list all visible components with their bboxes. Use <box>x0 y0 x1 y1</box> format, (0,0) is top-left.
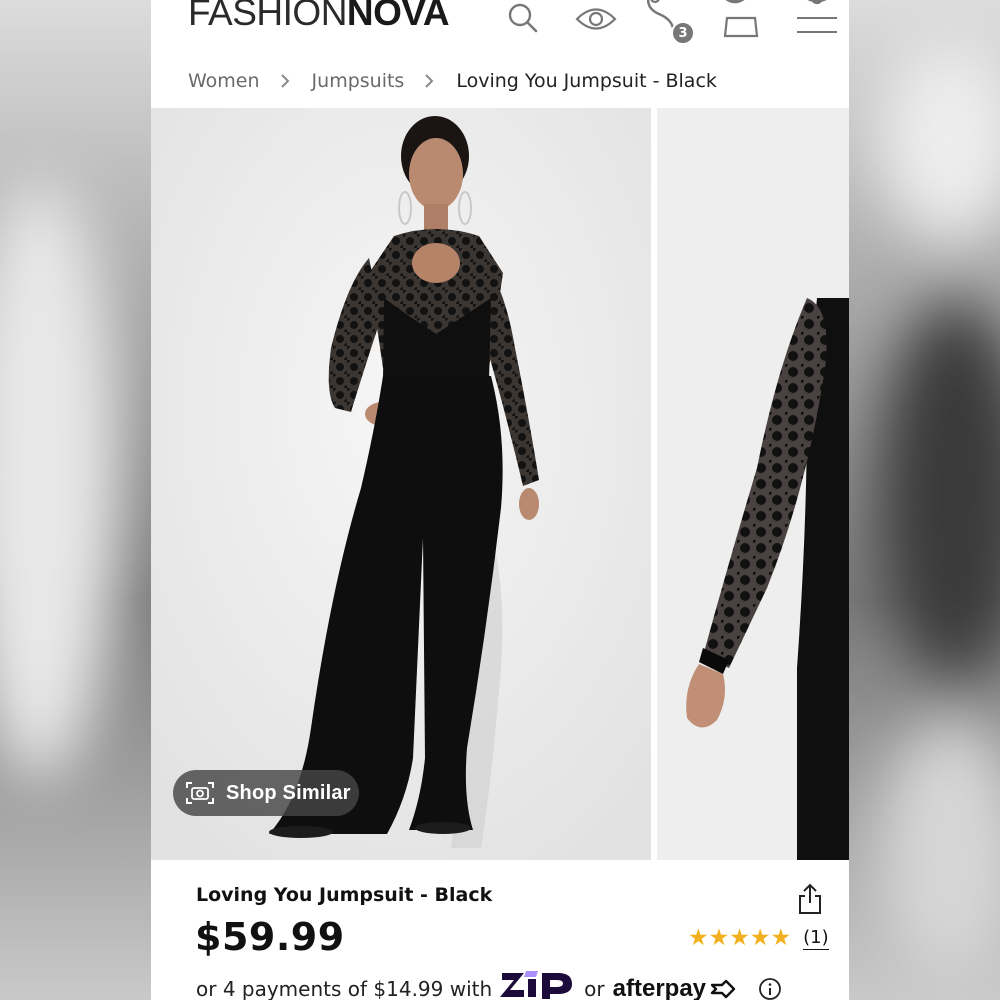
zip-logo[interactable] <box>500 970 576 1000</box>
brand-logo[interactable]: FASHIONNOVA <box>188 0 450 34</box>
chevron-right-icon <box>280 74 290 88</box>
product-title: Loving You Jumpsuit - Black <box>196 884 493 906</box>
menu-icon[interactable] <box>795 0 839 36</box>
payments-text: or 4 payments of $14.99 with <box>196 976 493 1000</box>
site-header: FASHIONNOVA 3 <box>151 0 849 45</box>
product-image-main[interactable]: Shop Similar <box>151 108 651 860</box>
breadcrumb: Women Jumpsuits Loving You Jumpsuit - Bl… <box>188 66 717 96</box>
installment-payments: or 4 payments of $14.99 with or afterpay <box>196 970 782 1000</box>
product-price: $59.99 <box>195 915 345 959</box>
afterpay-logo[interactable]: afterpay <box>613 975 706 1000</box>
product-rating[interactable]: ★★★★★ (1) <box>688 925 829 951</box>
payments-or: or <box>584 976 605 1000</box>
product-page: FASHIONNOVA 3 Women Jumpsuits Loving You… <box>151 0 849 1000</box>
camera-icon <box>185 780 215 806</box>
model-sleeve-photo <box>657 108 849 860</box>
breadcrumb-women[interactable]: Women <box>188 70 260 92</box>
product-image-gallery[interactable]: Shop Similar <box>151 108 849 860</box>
eye-icon[interactable] <box>575 4 617 34</box>
bag-icon[interactable] <box>723 10 759 38</box>
breadcrumb-jumpsuits[interactable]: Jumpsuits <box>312 70 405 92</box>
shop-similar-label: Shop Similar <box>226 781 351 804</box>
shop-similar-button[interactable]: Shop Similar <box>173 770 359 816</box>
chevron-right-icon <box>424 74 434 88</box>
review-count-link[interactable]: (1) <box>803 927 829 950</box>
share-icon[interactable] <box>797 883 823 915</box>
info-icon[interactable] <box>758 977 782 1000</box>
rating-stars: ★★★★★ <box>688 925 792 951</box>
breadcrumb-current: Loving You Jumpsuit - Black <box>456 70 717 92</box>
cart-count-badge: 3 <box>671 21 695 45</box>
model-front-photo <box>151 108 651 860</box>
search-icon[interactable] <box>507 2 539 34</box>
product-image-secondary[interactable] <box>657 108 849 860</box>
afterpay-arrow-icon <box>710 979 736 998</box>
